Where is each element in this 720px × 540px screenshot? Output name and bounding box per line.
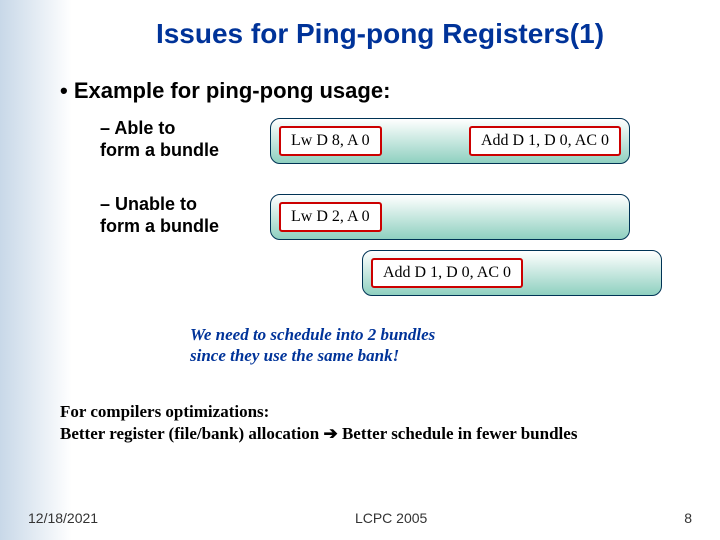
bundle-2b: Add D 1, D 0, AC 0 — [362, 250, 662, 296]
footer-pagenum: 8 — [684, 510, 692, 526]
label-able-line1: – Able to — [100, 118, 175, 138]
slide-title: Issues for Ping-pong Registers(1) — [60, 18, 700, 50]
footer: 12/18/2021 LCPC 2005 8 — [0, 510, 720, 526]
note-line2: since they use the same bank! — [190, 346, 399, 365]
label-unable-line1: – Unable to — [100, 194, 197, 214]
compilers-line2a: Better register (file/bank) allocation — [60, 424, 323, 443]
footer-venue: LCPC 2005 — [355, 510, 427, 526]
instr-lw-d2: Lw D 2, A 0 — [279, 202, 382, 232]
slide: Issues for Ping-pong Registers(1) Exampl… — [0, 0, 720, 540]
label-unable: – Unable to form a bundle — [100, 194, 270, 237]
compilers-line1: For compilers optimizations: — [60, 402, 269, 421]
instr-add-1: Add D 1, D 0, AC 0 — [469, 126, 621, 156]
arrow-icon: ➔ — [323, 424, 337, 443]
label-able-line2: form a bundle — [100, 140, 219, 160]
row-unable: – Unable to form a bundle Lw D 2, A 0 Ad… — [100, 194, 700, 306]
bundle-1: Lw D 8, A 0 Add D 1, D 0, AC 0 — [270, 118, 630, 164]
bundles-unable: Lw D 2, A 0 Add D 1, D 0, AC 0 — [270, 194, 662, 306]
row-able: – Able to form a bundle Lw D 8, A 0 Add … — [100, 118, 700, 174]
bullet-example: Example for ping-pong usage: — [60, 78, 700, 104]
footer-date: 12/18/2021 — [28, 510, 98, 526]
instr-add-2: Add D 1, D 0, AC 0 — [371, 258, 523, 288]
compilers-line2b: Better schedule in fewer bundles — [338, 424, 578, 443]
schedule-note: We need to schedule into 2 bundles since… — [190, 324, 700, 367]
compilers-note: For compilers optimizations: Better regi… — [60, 401, 700, 445]
bundle-2a: Lw D 2, A 0 — [270, 194, 630, 240]
label-able: – Able to form a bundle — [100, 118, 270, 161]
label-unable-line2: form a bundle — [100, 216, 219, 236]
bundles-able: Lw D 8, A 0 Add D 1, D 0, AC 0 — [270, 118, 630, 174]
note-line1: We need to schedule into 2 bundles — [190, 325, 435, 344]
instr-lw-d8: Lw D 8, A 0 — [279, 126, 382, 156]
